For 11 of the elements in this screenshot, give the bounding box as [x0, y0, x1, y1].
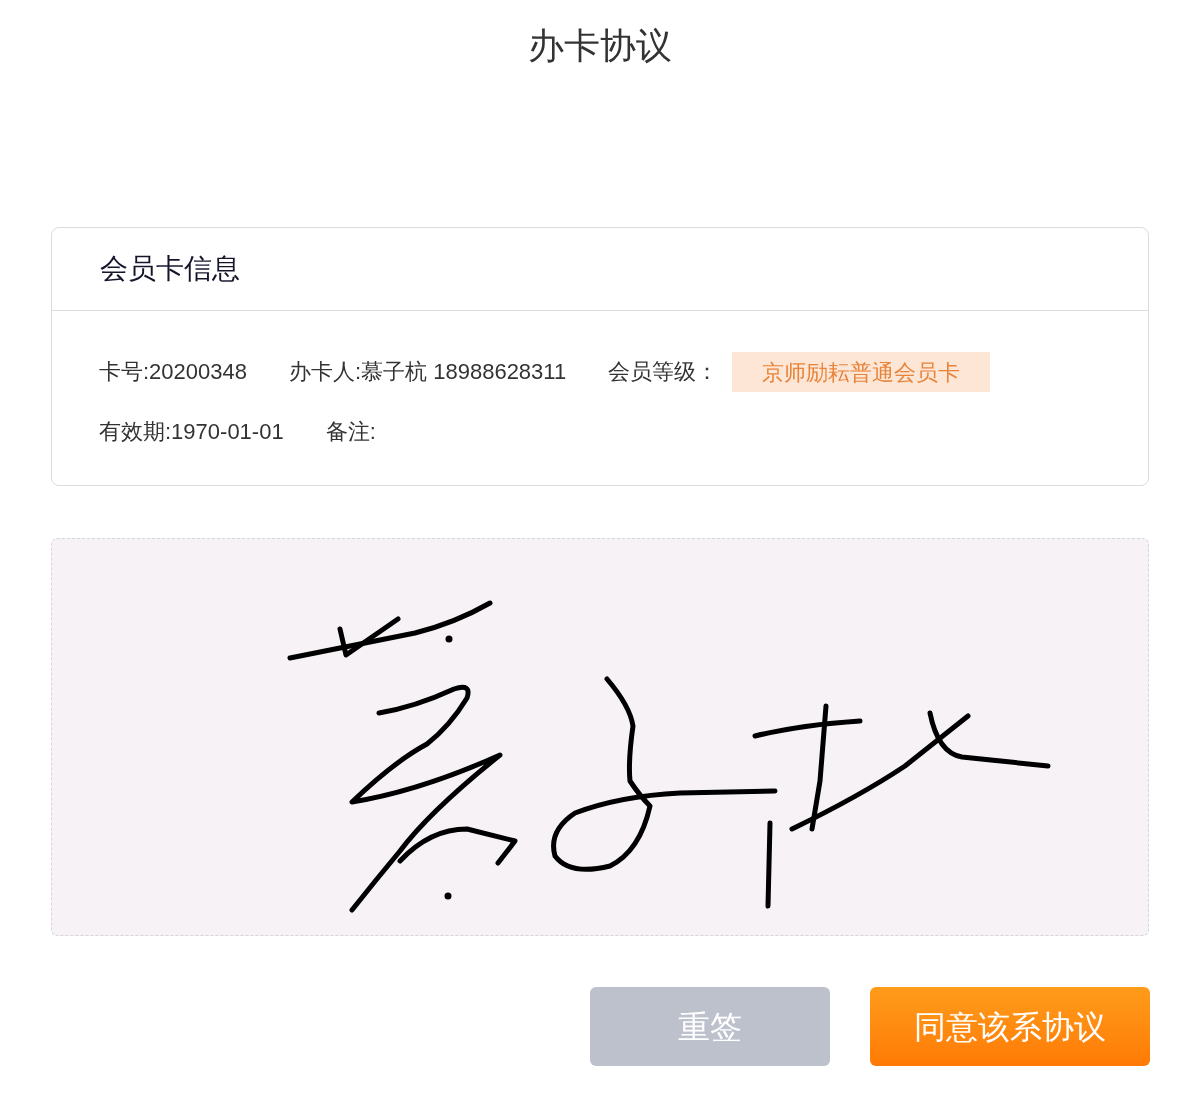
- info-text: 卡号:20200348: [99, 358, 247, 386]
- card-title: 会员卡信息: [100, 252, 240, 286]
- agree-button[interactable]: 同意该系协议: [870, 987, 1150, 1066]
- resign-button[interactable]: 重签: [590, 987, 830, 1066]
- info-text: 有效期:1970-01-01: [99, 418, 284, 446]
- info-text: 办卡人:慕子杭 18988628311: [289, 358, 567, 386]
- info-label: 会员等级：: [608, 358, 719, 386]
- member-level-tag: 京师励耘普通会员卡: [732, 352, 991, 392]
- signature-pad[interactable]: [51, 538, 1149, 936]
- page-title: 办卡协议: [528, 24, 672, 68]
- info-text: 备注:: [325, 418, 376, 446]
